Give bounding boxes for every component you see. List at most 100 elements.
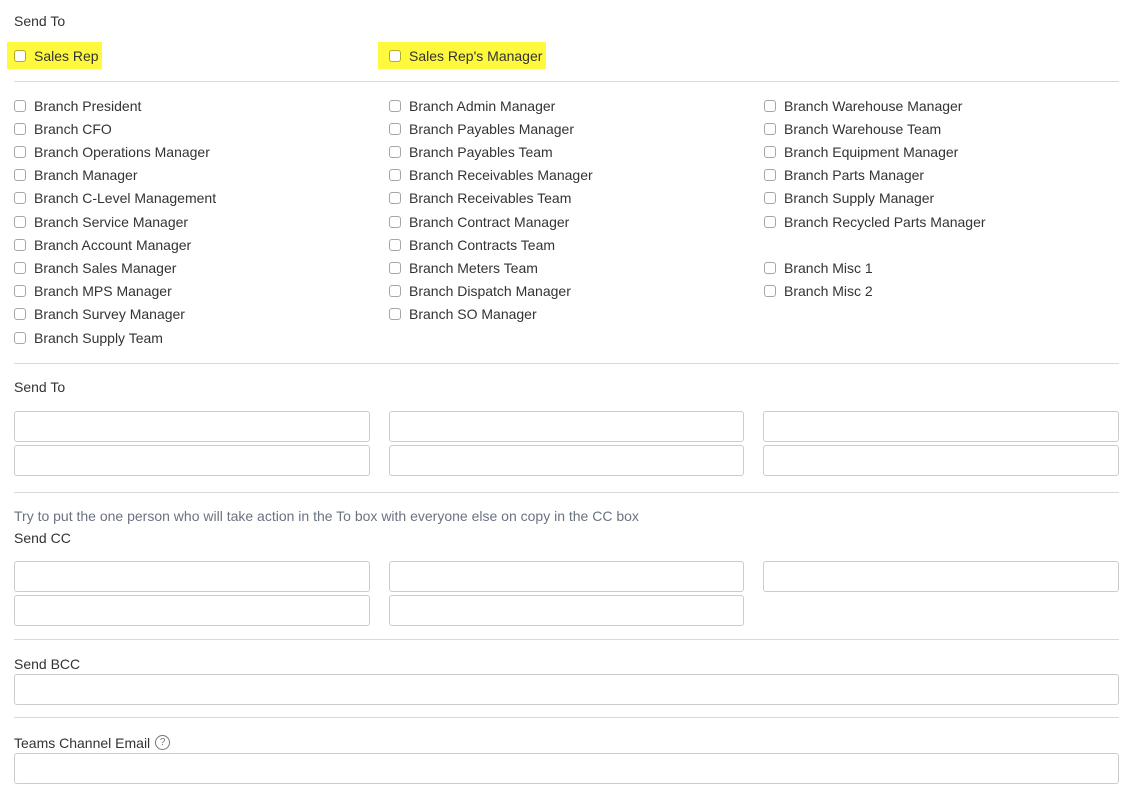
send-bcc-input[interactable]	[14, 674, 1119, 705]
checkbox-box[interactable]	[389, 308, 401, 320]
send-cc-label: Send CC	[14, 530, 71, 546]
branch-supply-manager-checkbox[interactable]: Branch Supply Manager	[764, 189, 934, 207]
checkbox-box[interactable]	[14, 308, 26, 320]
checkbox-box[interactable]	[389, 216, 401, 228]
sales-rep-manager-checkbox[interactable]: Sales Rep's Manager	[389, 47, 542, 65]
checkbox-box[interactable]	[14, 332, 26, 344]
send-cc-input-4[interactable]	[14, 595, 370, 626]
sales-rep-checkbox[interactable]: Sales Rep	[14, 47, 99, 65]
send-cc-input-2[interactable]	[389, 561, 744, 592]
checkbox-label: Branch Parts Manager	[784, 167, 925, 183]
send-to-header: Send To	[14, 13, 66, 29]
checkbox-label: Branch Operations Manager	[34, 144, 210, 160]
checkbox-box[interactable]	[14, 50, 26, 62]
checkbox-box[interactable]	[389, 50, 401, 62]
checkbox-box[interactable]	[14, 100, 26, 112]
checkbox-box[interactable]	[764, 169, 776, 181]
send-cc-input-1[interactable]	[14, 561, 370, 592]
branch-misc-2-checkbox[interactable]: Branch Misc 2	[764, 282, 873, 300]
branch-so-manager-checkbox[interactable]: Branch SO Manager	[389, 305, 537, 323]
checkbox-box[interactable]	[14, 239, 26, 251]
branch-admin-manager-checkbox[interactable]: Branch Admin Manager	[389, 97, 555, 115]
send-to-input-3[interactable]	[763, 411, 1119, 442]
teams-channel-email-input[interactable]	[14, 753, 1119, 784]
checkbox-box[interactable]	[764, 100, 776, 112]
branch-warehouse-team-checkbox[interactable]: Branch Warehouse Team	[764, 120, 941, 138]
send-to-input-4[interactable]	[14, 445, 370, 476]
send-to-fields-label: Send To	[14, 379, 66, 395]
checkbox-label: Branch Manager	[34, 167, 138, 183]
checkbox-label: Branch Misc 1	[784, 260, 873, 276]
branch-equipment-manager-checkbox[interactable]: Branch Equipment Manager	[764, 143, 958, 161]
checkbox-label: Branch Service Manager	[34, 214, 189, 230]
checkbox-box[interactable]	[764, 146, 776, 158]
branch-warehouse-manager-checkbox[interactable]: Branch Warehouse Manager	[764, 97, 962, 115]
branch-meters-team-checkbox[interactable]: Branch Meters Team	[389, 259, 538, 277]
branch-account-manager-checkbox[interactable]: Branch Account Manager	[14, 236, 191, 254]
checkbox-box[interactable]	[389, 192, 401, 204]
branch-sales-manager-checkbox[interactable]: Branch Sales Manager	[14, 259, 176, 277]
send-to-input-5[interactable]	[389, 445, 744, 476]
checkbox-box[interactable]	[764, 123, 776, 135]
send-to-input-2[interactable]	[389, 411, 744, 442]
checkbox-box[interactable]	[764, 192, 776, 204]
checkbox-box[interactable]	[764, 285, 776, 297]
branch-receivables-manager-checkbox[interactable]: Branch Receivables Manager	[389, 166, 593, 184]
send-to-input-6[interactable]	[763, 445, 1119, 476]
branch-recycled-parts-manager-checkbox[interactable]: Branch Recycled Parts Manager	[764, 213, 986, 231]
branch-parts-manager-checkbox[interactable]: Branch Parts Manager	[764, 166, 924, 184]
branch-contracts-team-checkbox[interactable]: Branch Contracts Team	[389, 236, 555, 254]
branch-c-level-management-checkbox[interactable]: Branch C-Level Management	[14, 189, 216, 207]
checkbox-box[interactable]	[14, 262, 26, 274]
divider	[14, 492, 1119, 493]
checkbox-label: Sales Rep's Manager	[409, 48, 543, 64]
checkbox-box[interactable]	[764, 216, 776, 228]
send-cc-input-3[interactable]	[763, 561, 1119, 592]
teams-channel-label: Teams Channel Email	[14, 735, 151, 751]
branch-dispatch-manager-checkbox[interactable]: Branch Dispatch Manager	[389, 282, 571, 300]
checkbox-box[interactable]	[389, 100, 401, 112]
checkbox-box[interactable]	[764, 262, 776, 274]
checkbox-box[interactable]	[389, 123, 401, 135]
send-cc-input-5[interactable]	[389, 595, 744, 626]
checkbox-label: Branch C-Level Management	[34, 190, 217, 206]
checkbox-box[interactable]	[14, 169, 26, 181]
checkbox-label: Branch Dispatch Manager	[409, 283, 571, 299]
checkbox-box[interactable]	[389, 239, 401, 251]
checkbox-label: Branch CFO	[34, 121, 112, 137]
branch-mps-manager-checkbox[interactable]: Branch MPS Manager	[14, 282, 172, 300]
branch-contract-manager-checkbox[interactable]: Branch Contract Manager	[389, 213, 569, 231]
branch-service-manager-checkbox[interactable]: Branch Service Manager	[14, 213, 188, 231]
checkbox-box[interactable]	[389, 262, 401, 274]
checkbox-box[interactable]	[389, 146, 401, 158]
branch-receivables-team-checkbox[interactable]: Branch Receivables Team	[389, 189, 571, 207]
checkbox-label: Branch Warehouse Manager	[784, 98, 963, 114]
branch-payables-manager-checkbox[interactable]: Branch Payables Manager	[389, 120, 574, 138]
checkbox-label: Branch Receivables Team	[409, 190, 572, 206]
branch-supply-team-checkbox[interactable]: Branch Supply Team	[14, 329, 163, 347]
checkbox-label: Branch SO Manager	[409, 306, 537, 322]
checkbox-box[interactable]	[14, 285, 26, 297]
checkbox-label: Branch Sales Manager	[34, 260, 177, 276]
send-bcc-label: Send BCC	[14, 656, 81, 672]
branch-misc-1-checkbox[interactable]: Branch Misc 1	[764, 259, 873, 277]
checkbox-box[interactable]	[14, 146, 26, 158]
checkbox-label: Branch Supply Manager	[784, 190, 935, 206]
checkbox-box[interactable]	[389, 169, 401, 181]
checkbox-box[interactable]	[14, 216, 26, 228]
send-to-input-1[interactable]	[14, 411, 370, 442]
help-icon[interactable]: ?	[155, 734, 171, 750]
branch-cfo-checkbox[interactable]: Branch CFO	[14, 120, 112, 138]
branch-president-checkbox[interactable]: Branch President	[14, 97, 141, 115]
checkbox-label: Branch MPS Manager	[34, 283, 172, 299]
checkbox-label: Branch Admin Manager	[409, 98, 556, 114]
branch-payables-team-checkbox[interactable]: Branch Payables Team	[389, 143, 553, 161]
checkbox-box[interactable]	[14, 123, 26, 135]
branch-survey-manager-checkbox[interactable]: Branch Survey Manager	[14, 305, 185, 323]
checkbox-box[interactable]	[14, 192, 26, 204]
checkbox-label: Branch Recycled Parts Manager	[784, 214, 986, 230]
checkbox-box[interactable]	[389, 285, 401, 297]
branch-operations-manager-checkbox[interactable]: Branch Operations Manager	[14, 143, 210, 161]
divider	[14, 639, 1119, 640]
branch-manager-checkbox[interactable]: Branch Manager	[14, 166, 138, 184]
